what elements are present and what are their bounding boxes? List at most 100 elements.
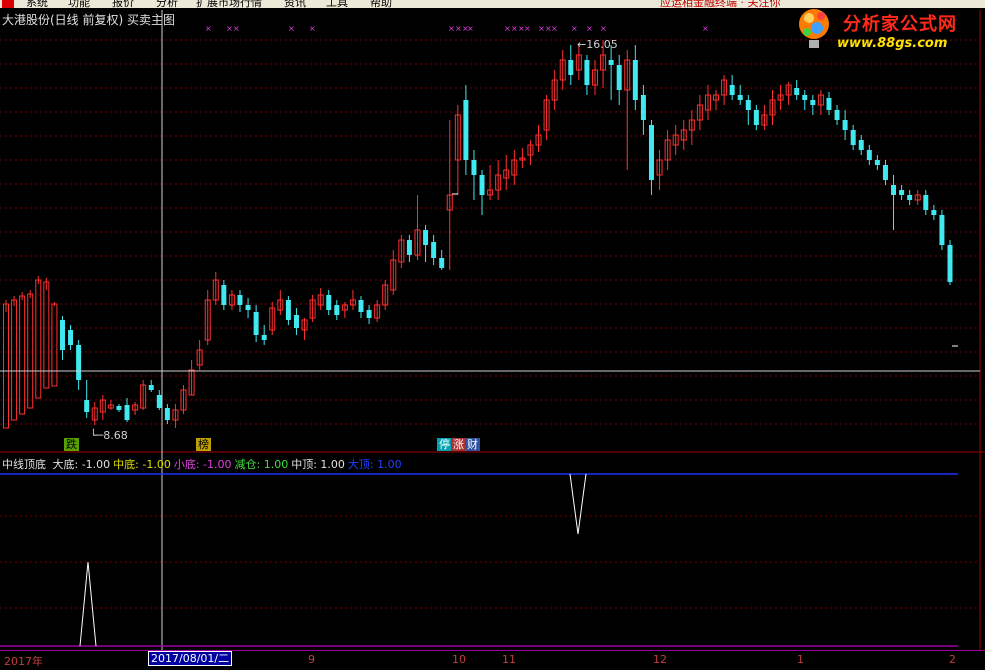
- candle-body: [366, 310, 372, 318]
- cursor-date-label: 2017/08/01/二: [148, 651, 233, 666]
- candle-body: [939, 215, 945, 245]
- candle-body: [423, 230, 429, 245]
- signal-marker: ×: [571, 24, 578, 33]
- candle-body: [584, 60, 590, 85]
- signal-marker: ×: [538, 24, 545, 33]
- signal-bang: 榜: [196, 438, 211, 451]
- indicator-item: 小底: -1.00: [173, 458, 232, 471]
- candle-body: [858, 140, 864, 150]
- candle-body: [406, 240, 412, 255]
- candle-body: [891, 185, 897, 195]
- signal-marker: ×: [524, 24, 531, 33]
- candle-body: [124, 405, 130, 420]
- candle-body: [802, 95, 808, 100]
- time-axis-label: 9: [308, 653, 315, 666]
- logo-url: www.88gs.com: [837, 36, 948, 51]
- candle-body: [164, 408, 170, 420]
- candle-body: [261, 335, 267, 340]
- candle-body: [116, 406, 122, 410]
- candle-body: [608, 60, 614, 65]
- time-axis-label: 12: [653, 653, 667, 666]
- stock-chart-window: 系统 功能 报价 分析 扩展市场行情 资讯 工具 帮助 应运相金融终端 · 关注…: [0, 0, 985, 670]
- candle-body: [245, 305, 251, 310]
- signal-marker: ×: [309, 24, 316, 33]
- candle-body: [221, 285, 227, 305]
- candle-body: [285, 300, 291, 320]
- candle-body: [907, 195, 913, 200]
- candle-body: [471, 160, 477, 175]
- candle-body: [640, 95, 646, 120]
- candle-body: [923, 195, 929, 210]
- time-axis-label: 11: [502, 653, 516, 666]
- candle-body: [882, 165, 888, 180]
- signal-marker: ×: [600, 24, 607, 33]
- top-spike: [569, 473, 587, 535]
- high-price-value: 16.05: [586, 38, 618, 51]
- indicator-legend: 中线顶底 大底: -1.00 中底: -1.00 小底: -1.00 减仓: 1.00…: [2, 456, 408, 472]
- indicator-item: 减仓: 1.00: [234, 458, 289, 471]
- candle-body: [68, 330, 74, 345]
- logo: 分析家公式网 www.88gs.com: [785, 2, 985, 56]
- time-axis-label: 1: [797, 653, 804, 666]
- candle-body: [810, 100, 816, 105]
- candle-body: [899, 190, 905, 195]
- low-price-annotation: └─8.68: [90, 429, 128, 442]
- candle-body: [729, 85, 735, 95]
- signal-marker: ×: [504, 24, 511, 33]
- candle-body: [931, 210, 937, 215]
- low-price-value: 8.68: [103, 429, 128, 442]
- candle-body: [834, 110, 840, 120]
- candle-body: [745, 100, 751, 110]
- chart-title: 大港股份(日线 前复权) 买卖主图: [2, 13, 175, 27]
- candle-body: [51, 303, 58, 387]
- signal-marker: ×: [586, 24, 593, 33]
- indicator-item: 大顶: 1.00: [347, 458, 402, 471]
- time-axis-label: 10: [452, 653, 466, 666]
- candle-body: [479, 175, 485, 195]
- time-axis-label: 2: [949, 653, 956, 666]
- candle-body: [648, 125, 654, 180]
- candle-body: [632, 60, 638, 100]
- candle-body: [334, 305, 340, 315]
- signal-marker: ×: [467, 24, 474, 33]
- candle-body: [874, 160, 880, 165]
- candle-body: [148, 385, 154, 390]
- candle-body: [753, 110, 759, 125]
- candle-body: [947, 245, 953, 282]
- time-axis-label: 2017年: [4, 655, 43, 668]
- candle-body: [866, 150, 872, 160]
- candle-body: [463, 100, 469, 160]
- signal-cai: 财: [465, 438, 480, 451]
- candle-body: [19, 295, 26, 415]
- candle-body: [27, 293, 34, 409]
- candle-body: [842, 120, 848, 130]
- candle-body: [358, 300, 364, 312]
- candle-body: [3, 303, 9, 429]
- signal-zhang: 涨: [451, 438, 466, 451]
- signal-marker: ×: [511, 24, 518, 33]
- bottom-spike: [79, 561, 97, 647]
- signal-marker: ×: [226, 24, 233, 33]
- signal-marker: ×: [233, 24, 240, 33]
- signal-marker: ×: [455, 24, 462, 33]
- candle-body: [11, 299, 18, 421]
- candle-body: [84, 400, 90, 412]
- signal-die: 跌: [64, 438, 79, 451]
- candle-body: [568, 60, 574, 75]
- candle-body: [326, 295, 332, 310]
- candle-body: [237, 295, 243, 305]
- signal-marker: ×: [205, 24, 212, 33]
- signal-marker: ×: [702, 24, 709, 33]
- candle-body: [616, 65, 622, 90]
- main-chart-canvas[interactable]: × × × × × × × ×× × × × × × × × × × × ×: [0, 0, 985, 669]
- candle-body: [737, 95, 743, 100]
- signal-marker: ×: [288, 24, 295, 33]
- candle-body: [293, 315, 299, 328]
- candle-body: [826, 98, 832, 110]
- candle-body: [76, 345, 82, 380]
- high-price-annotation: ←16.05: [577, 38, 618, 51]
- logo-name: 分析家公式网: [843, 14, 957, 35]
- candle-body: [431, 242, 437, 258]
- signal-marker: ×: [448, 24, 455, 33]
- candle-body: [59, 320, 65, 350]
